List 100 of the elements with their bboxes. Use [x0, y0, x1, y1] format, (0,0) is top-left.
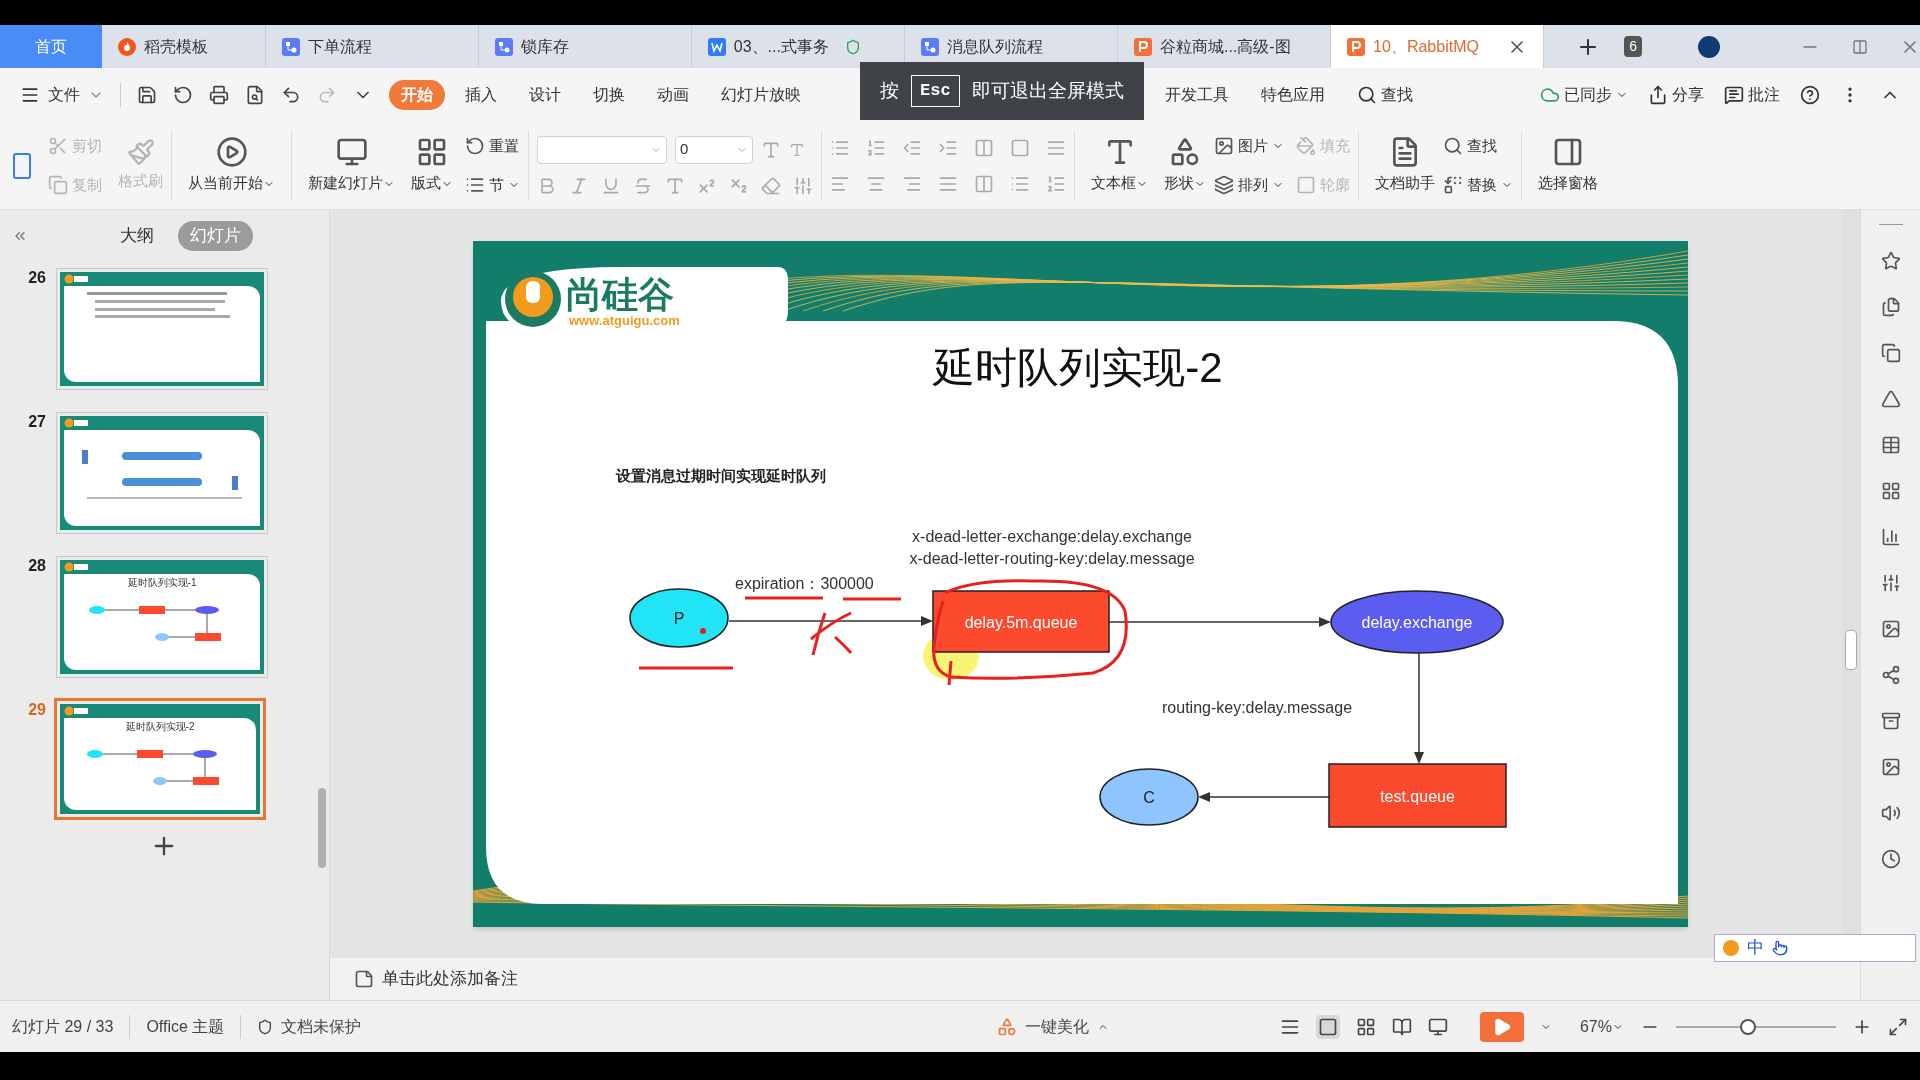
paint-bucket-icon	[1296, 136, 1316, 157]
ribbon-tab[interactable]: 动画	[645, 80, 701, 110]
expiration-label: expiration：300000	[735, 575, 874, 592]
avatar[interactable]	[1698, 35, 1720, 58]
file-menu[interactable]: 文件	[20, 83, 104, 107]
comment-icon	[1724, 85, 1744, 105]
share-icon[interactable]	[1880, 665, 1901, 685]
triangle-icon[interactable]	[1880, 389, 1901, 409]
ribbon-tab[interactable]: 幻灯片放映	[709, 80, 813, 110]
files-icon[interactable]	[1880, 297, 1901, 317]
esc-key: Esc	[911, 75, 960, 107]
new-slide-button[interactable]: 新建幻灯片	[300, 136, 403, 195]
help-icon[interactable]	[1800, 85, 1820, 105]
chart-icon[interactable]	[1880, 527, 1901, 547]
copy-icon[interactable]	[1880, 343, 1901, 363]
clock-icon[interactable]	[1880, 849, 1901, 869]
rotate-icon	[465, 136, 485, 157]
routing-key-label: routing-key:delay.message	[1162, 699, 1353, 716]
slide-thumbnail[interactable]	[56, 268, 268, 390]
queue-argument-text: x-dead-letter-routing-key:delay.message	[909, 550, 1195, 567]
share-button[interactable]: 分享	[1648, 83, 1704, 107]
thumbnail-title: 延时队列实现-2	[125, 722, 195, 732]
thumbnail-title: 延时队列实现-1	[127, 578, 197, 588]
slide-number: 27	[27, 412, 46, 432]
rotate-icon[interactable]	[173, 85, 193, 105]
sliders-icon[interactable]	[1880, 573, 1901, 593]
table-icon[interactable]	[1880, 435, 1901, 455]
save-icon[interactable]	[137, 85, 157, 105]
menu-icon	[20, 85, 40, 105]
scrollbar-thumb[interactable]	[1845, 630, 1857, 670]
selection-pane-button[interactable]: 选择窗格	[1530, 136, 1606, 195]
zoom-level[interactable]: 67%	[1579, 1014, 1624, 1039]
slide-thumbnail[interactable]: 延时队列实现-1	[56, 556, 268, 678]
ribbon-tab[interactable]: 设计	[517, 80, 573, 110]
shape-button[interactable]: 形状	[1156, 136, 1214, 195]
sync-button[interactable]: 已同步	[1540, 83, 1628, 107]
layers-icon	[1214, 174, 1234, 195]
panel-tab[interactable]: 大纲	[108, 221, 166, 251]
comment-button[interactable]: 批注	[1724, 83, 1780, 107]
beautify-button[interactable]: 一键美化	[997, 1014, 1110, 1039]
preview-icon[interactable]	[245, 85, 265, 105]
notes-placeholder[interactable]: 单击此处添加备注	[382, 966, 518, 992]
flame-icon	[117, 37, 136, 56]
search-button[interactable]: 查找	[1345, 83, 1425, 107]
slide-thumbnail[interactable]: 延时队列实现-2	[54, 698, 266, 820]
input-mode-label: 中	[1747, 937, 1764, 960]
undo-icon[interactable]	[281, 85, 301, 105]
zoom-slider[interactable]	[1676, 1018, 1836, 1035]
slide-counter: 幻灯片 29 / 33	[12, 1014, 131, 1039]
reading-view-icon[interactable]	[1391, 1016, 1412, 1037]
picture-icon[interactable]	[1880, 757, 1901, 777]
font-name-field[interactable]	[537, 135, 667, 164]
replace-icon	[1443, 174, 1463, 195]
play-circle-icon	[215, 136, 248, 169]
image-icon[interactable]	[1880, 619, 1901, 639]
star-icon[interactable]	[1880, 251, 1901, 271]
brand-logo: 尚硅谷 www.atguigu.com	[501, 267, 788, 330]
protection-status[interactable]: 文档未保护	[241, 1014, 378, 1039]
queue-argument-text: x-dead-letter-exchange:delay.exchange	[912, 528, 1192, 545]
layout-button[interactable]: 版式	[403, 136, 461, 195]
slide-thumbnail[interactable]	[56, 412, 268, 534]
ribbon-tab[interactable]: 特色应用	[1249, 83, 1337, 107]
archive-icon[interactable]	[1880, 711, 1901, 731]
sorter-view-icon[interactable]	[1355, 1016, 1376, 1037]
play-button[interactable]	[1479, 1011, 1524, 1042]
slide-number: 26	[27, 268, 46, 288]
presenter-view-icon[interactable]	[1427, 1016, 1448, 1037]
window-count[interactable]: 6	[1624, 36, 1642, 57]
normal-view-icon[interactable]	[1315, 1014, 1340, 1039]
presentation-icon	[1134, 37, 1152, 56]
reset-button[interactable]: 重置	[465, 135, 520, 158]
flowchart-icon	[494, 37, 513, 56]
font-size-field[interactable]: 0	[675, 135, 753, 164]
picture-icon	[1214, 136, 1234, 157]
speaker-icon[interactable]	[1880, 803, 1901, 823]
print-icon[interactable]	[209, 85, 229, 105]
grid-icon[interactable]	[1880, 481, 1901, 501]
logo-icon	[64, 418, 88, 428]
pointer-icon	[1772, 940, 1788, 956]
text-box-button[interactable]: 文本框	[1083, 136, 1156, 195]
ribbon-tab[interactable]: 开发工具	[1153, 83, 1241, 107]
arrange-button[interactable]: 排列	[1214, 173, 1284, 196]
ribbon-tab[interactable]: 插入	[453, 80, 509, 110]
restore-icon[interactable]	[1852, 38, 1868, 55]
picture-button[interactable]: 图片	[1214, 135, 1284, 158]
ribbon-tab[interactable]: 切换	[581, 80, 637, 110]
shapes-icon	[997, 1016, 1018, 1037]
toast-text: 即可退出全屏模式	[971, 78, 1124, 103]
ime-toolbar[interactable]: 中	[1714, 934, 1916, 962]
search-icon	[1443, 136, 1463, 157]
replace-button[interactable]: 替换	[1443, 173, 1513, 196]
section-button[interactable]: 节	[465, 173, 520, 196]
find-button[interactable]: 查找	[1443, 135, 1513, 158]
slide-number: 28	[27, 556, 46, 576]
fit-icon[interactable]	[1888, 1016, 1908, 1037]
document-assistant-button[interactable]: 文档助手	[1367, 136, 1443, 195]
play-from-current-button[interactable]: 从当前开始	[180, 136, 283, 195]
flowchart-icon	[920, 37, 939, 56]
presentation-icon	[1347, 37, 1366, 56]
slider-thumb[interactable]	[1740, 1018, 1756, 1035]
